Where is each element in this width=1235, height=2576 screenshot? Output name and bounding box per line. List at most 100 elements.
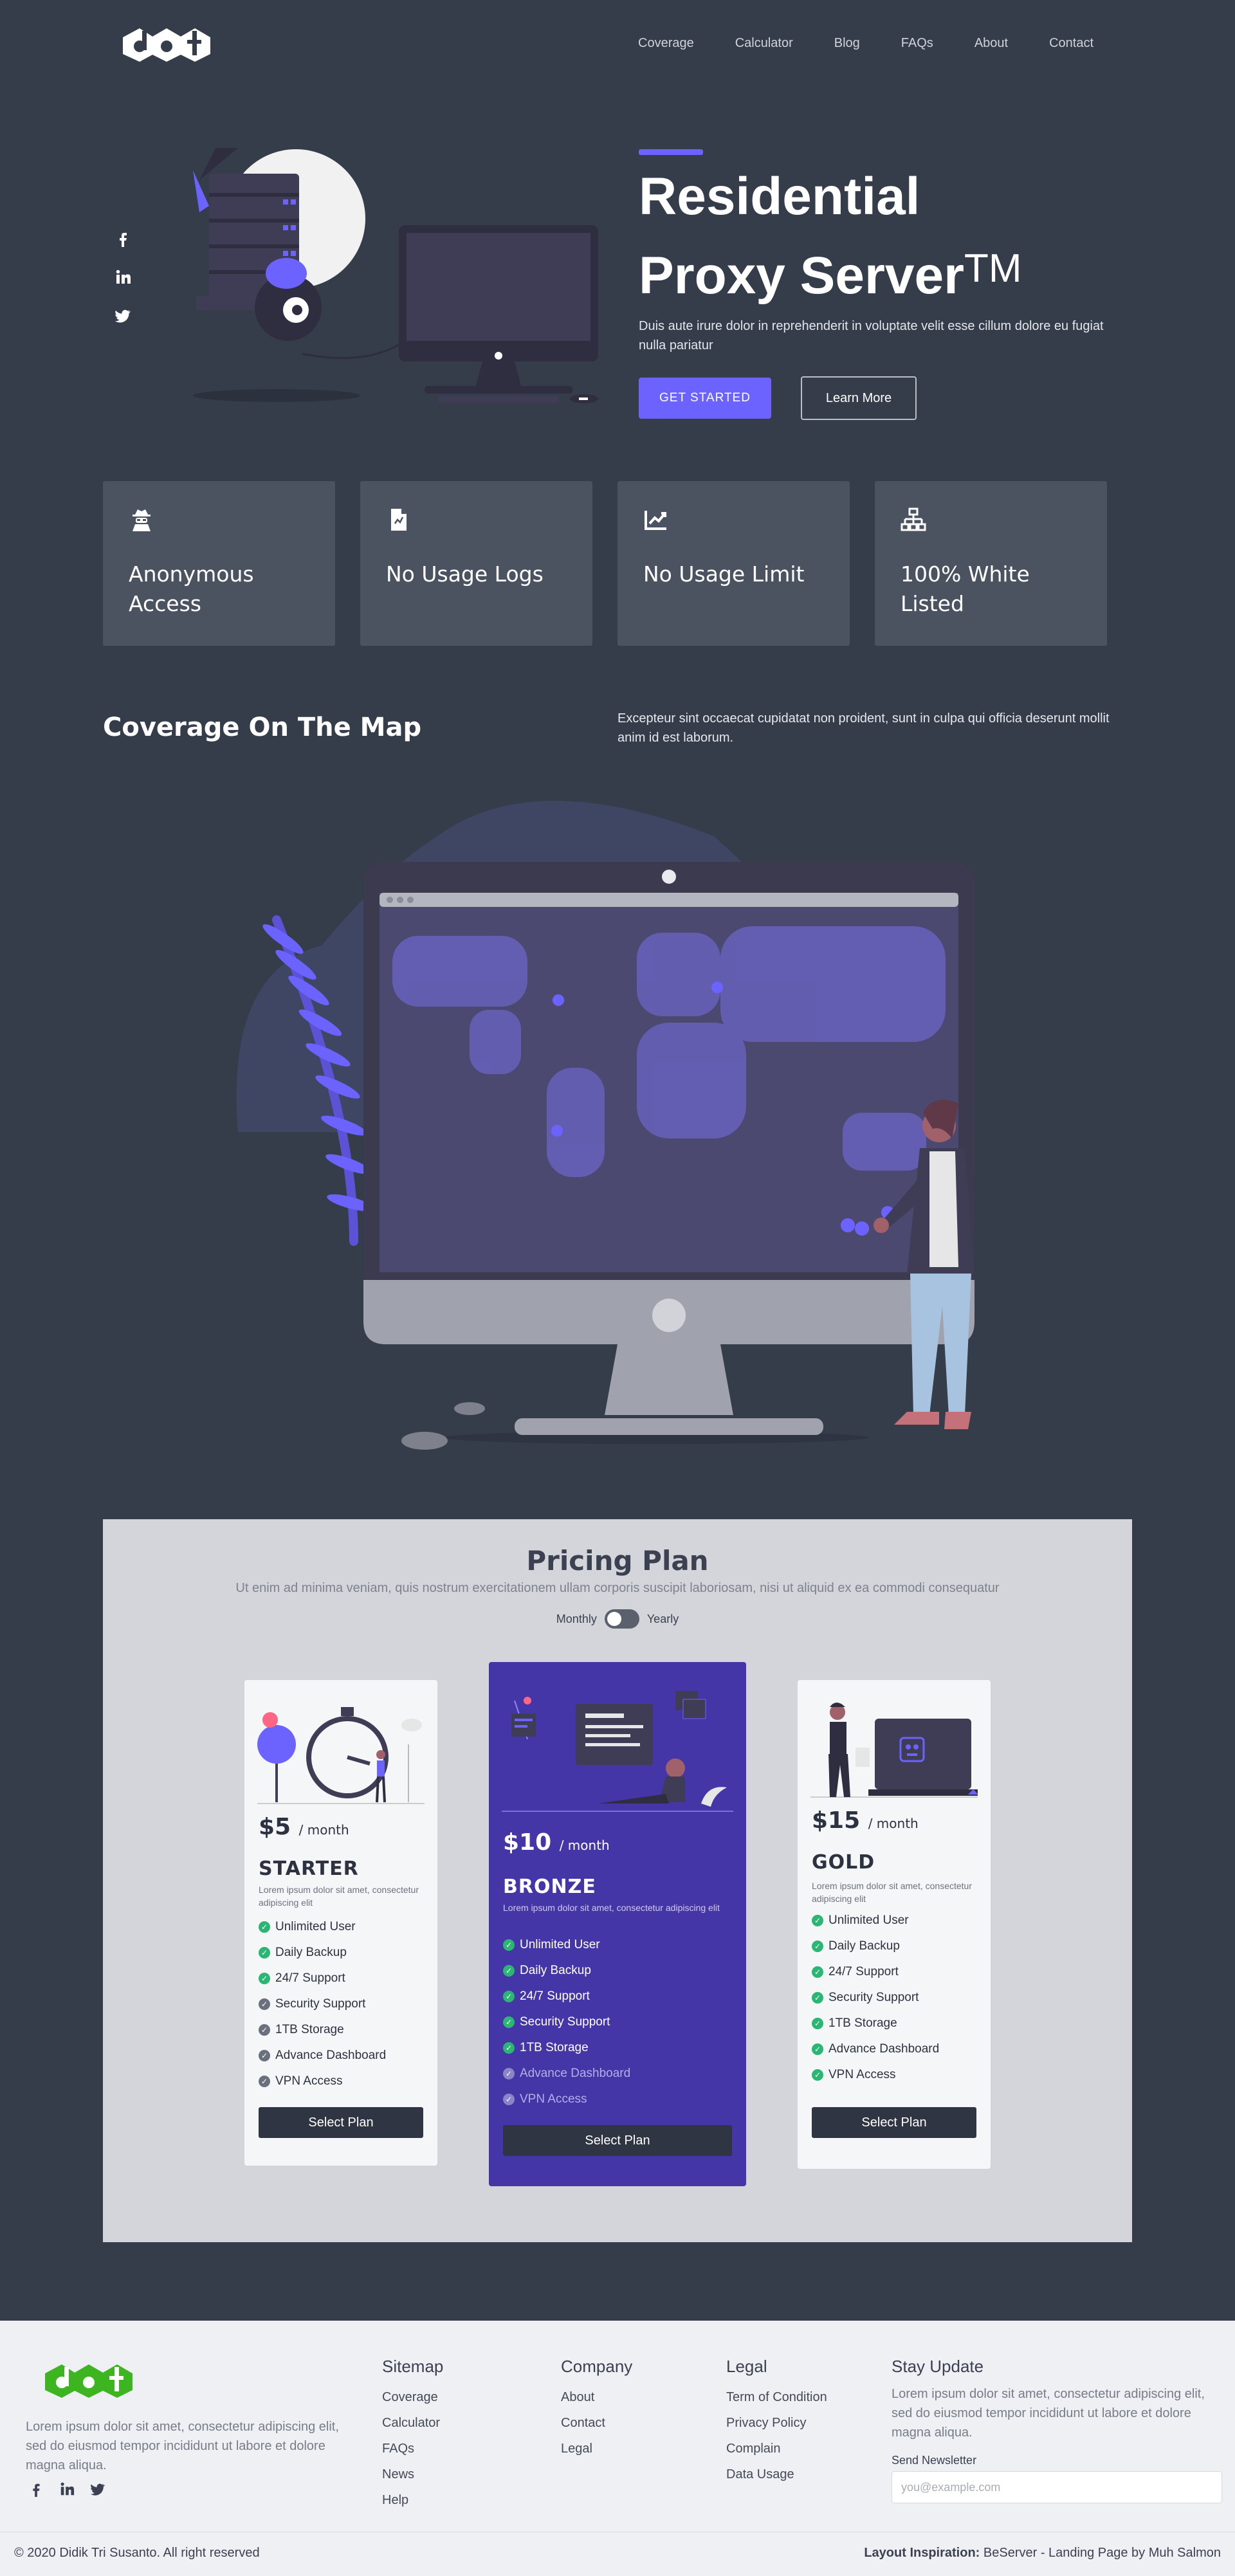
twitter-icon[interactable] [114,307,131,324]
pricing-section: Pricing Plan Ut enim ad minima veniam, q… [103,1519,1132,2242]
plan-price: $5 / month [259,1814,349,1840]
footer-link-terms[interactable]: Term of Condition [726,2384,827,2410]
plan-feature-label: VPN Access [828,2068,896,2081]
plan-feature-item: ✓ Unlimited User [812,1908,939,1933]
check-circle-muted-icon: ✓ [259,2050,270,2061]
check-circle-icon: ✓ [503,2042,515,2054]
footer-link-privacy[interactable]: Privacy Policy [726,2410,827,2436]
plan-card-bronze: $10 / month BRONZE Lorem ipsum dolor sit… [489,1662,746,2186]
sitemap-icon [901,507,926,531]
plan-feature-label: Unlimited User [828,1914,909,1927]
footer-link-about[interactable]: About [561,2384,632,2410]
stay-update-description: Lorem ipsum dolor sit amet, consectetur … [892,2387,1205,2440]
footer-link-help[interactable]: Help [382,2487,443,2513]
billing-toggle[interactable] [604,1609,639,1629]
plan-feature-item: ✓ 1TB Storage [503,2035,630,2061]
plan-feature-label: Daily Backup [275,1946,347,1959]
check-circle-icon: ✓ [503,1991,515,2002]
plan-card-gold: $15 / month GOLD Lorem ipsum dolor sit a… [798,1680,991,2169]
plan-feature-label: Advance Dashboard [520,2067,631,2080]
coverage-text: Excepteur sint occaecat cupidatat non pr… [618,711,1110,745]
linkedin-icon[interactable] [59,2481,75,2497]
feature-label: No Usage Logs [386,562,544,587]
select-plan-button-starter[interactable]: Select Plan [259,2107,423,2138]
nav-link-blog[interactable]: Blog [834,36,860,51]
toggle-label-monthly: Monthly [556,1612,597,1625]
facebook-icon[interactable] [28,2481,44,2497]
pricing-title: Pricing Plan [526,1545,709,1576]
plan-feature-label: VPN Access [275,2074,343,2088]
plan-name: BRONZE [503,1876,596,1898]
check-circle-icon: ✓ [812,1966,823,1978]
footer-link-contact[interactable]: Contact [561,2410,632,2436]
nav-link-coverage[interactable]: Coverage [638,36,694,51]
twitter-icon[interactable] [90,2481,105,2497]
check-circle-icon: ✓ [812,2069,823,2081]
nav-link-calculator[interactable]: Calculator [735,36,793,51]
gold-illustration [810,1703,978,1798]
plan-price-amount: $5 [259,1814,291,1840]
get-started-button[interactable]: GET STARTED [639,378,771,419]
chart-line-icon [645,511,666,530]
logo[interactable] [118,24,214,64]
learn-more-button[interactable]: Learn More [801,376,917,420]
footer-link-faqs[interactable]: FAQs [382,2436,443,2462]
toggle-label-yearly: Yearly [646,1612,679,1625]
check-circle-muted-icon: ✓ [503,2068,515,2079]
hero-illustration [193,148,598,403]
newsletter-email-input[interactable] [892,2471,1222,2503]
nav-link-faqs[interactable]: FAQs [901,36,933,51]
footer-link-coverage[interactable]: Coverage [382,2384,443,2410]
plan-feature-item: ✓ 1TB Storage [259,2017,386,2043]
plan-price-amount: $10 [503,1829,552,1856]
hero-title-line1: Residential [639,167,920,226]
check-circle-muted-icon: ✓ [259,2024,270,2036]
plan-price-period: / month [298,1822,349,1838]
footer-link-data-usage[interactable]: Data Usage [726,2462,827,2487]
check-circle-icon: ✓ [503,1965,515,1977]
plan-feature-item: ✓ VPN Access [259,2069,386,2094]
feature-label: 100% White Listed [901,562,1030,616]
footer-col-title: Stay Update [892,2357,984,2376]
inspiration-link[interactable]: BeServer - Landing Page by Muh Salmon [983,2546,1221,2560]
nav-link-contact[interactable]: Contact [1049,36,1093,51]
plan-feature-label: Unlimited User [520,1938,600,1951]
footer: dot Lorem ipsum dolor sit amet, consecte… [0,2321,1235,2576]
plan-feature-item: ✓ Daily Backup [503,1958,630,1984]
plan-description: Lorem ipsum dolor sit amet, consectetur … [503,1903,720,1913]
feature-card-no-logs: No Usage Logs [360,481,592,646]
footer-link-calculator[interactable]: Calculator [382,2410,443,2436]
plan-feature-label: Security Support [275,1997,366,2011]
hero-title: Residential Proxy ServerTM [639,161,1128,312]
plan-feature-label: Security Support [520,2015,610,2029]
plan-feature-item: ✓ Security Support [259,1991,386,2017]
footer-link-complain[interactable]: Complain [726,2436,827,2462]
check-circle-muted-icon: ✓ [503,2094,515,2105]
footer-link-legal[interactable]: Legal [561,2436,632,2462]
feature-label: No Usage Limit [643,562,805,587]
linkedin-icon[interactable] [114,269,131,286]
footer-col-title: Company [561,2357,633,2376]
plan-name: STARTER [259,1858,359,1880]
check-circle-icon: ✓ [812,1941,823,1952]
hero-subtitle: Duis aute irure dolor in reprehenderit i… [639,319,1104,352]
plan-feature-item: ✓ 1TB Storage [812,2011,939,2036]
plan-feature-item: ✓ Unlimited User [259,1914,386,1940]
check-circle-icon: ✓ [812,2043,823,2055]
footer-link-news[interactable]: News [382,2462,443,2487]
check-circle-icon: ✓ [259,1973,270,1984]
plan-feature-label: 1TB Storage [520,2041,589,2054]
footer-col-title: Legal [726,2357,767,2376]
facebook-icon[interactable] [114,230,131,247]
plan-feature-label: 24/7 Support [520,1989,590,2003]
select-plan-button-bronze[interactable]: Select Plan [503,2125,732,2156]
footer-description: Lorem ipsum dolor sit amet, consectetur … [26,2420,339,2472]
select-plan-button-gold[interactable]: Select Plan [812,2107,976,2138]
footer-logo[interactable] [40,2361,136,2400]
hero-accent-bar [639,149,703,155]
nav-link-about[interactable]: About [974,36,1008,51]
check-circle-icon: ✓ [259,1947,270,1959]
plan-name: GOLD [812,1851,875,1874]
plan-feature-item: ✓ Advance Dashboard [259,2043,386,2069]
starter-illustration [257,1707,425,1804]
